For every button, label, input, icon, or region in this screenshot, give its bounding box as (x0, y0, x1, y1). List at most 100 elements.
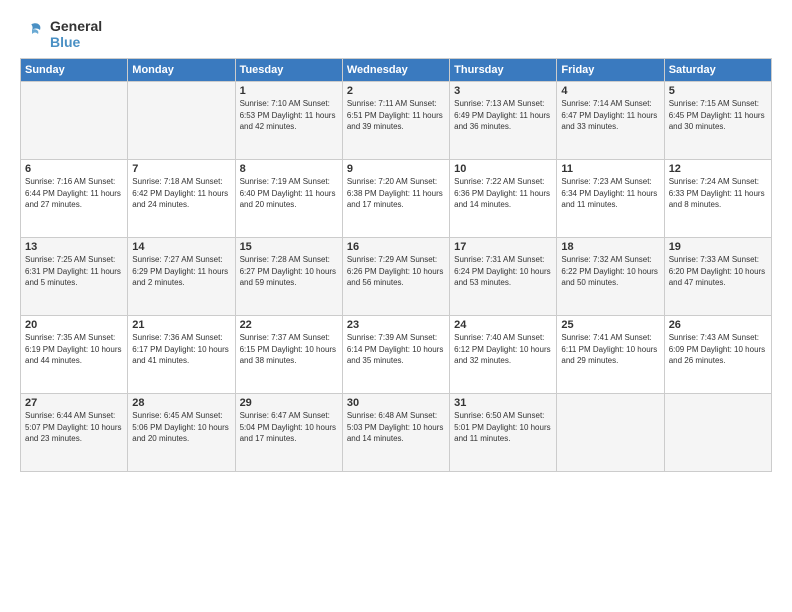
logo-bird-icon (20, 20, 44, 48)
day-info: Sunrise: 7:41 AM Sunset: 6:11 PM Dayligh… (561, 332, 659, 367)
day-cell: 18Sunrise: 7:32 AM Sunset: 6:22 PM Dayli… (557, 238, 664, 316)
col-header-sunday: Sunday (21, 59, 128, 82)
day-cell: 23Sunrise: 7:39 AM Sunset: 6:14 PM Dayli… (342, 316, 449, 394)
logo: General Blue (20, 18, 102, 50)
day-cell: 29Sunrise: 6:47 AM Sunset: 5:04 PM Dayli… (235, 394, 342, 472)
day-number: 15 (240, 241, 338, 253)
day-info: Sunrise: 6:50 AM Sunset: 5:01 PM Dayligh… (454, 410, 552, 445)
day-cell: 28Sunrise: 6:45 AM Sunset: 5:06 PM Dayli… (128, 394, 235, 472)
day-cell: 6Sunrise: 7:16 AM Sunset: 6:44 PM Daylig… (21, 160, 128, 238)
day-cell: 9Sunrise: 7:20 AM Sunset: 6:38 PM Daylig… (342, 160, 449, 238)
day-number: 25 (561, 319, 659, 331)
day-info: Sunrise: 6:44 AM Sunset: 5:07 PM Dayligh… (25, 410, 123, 445)
day-number: 3 (454, 85, 552, 97)
logo-line2: Blue (50, 34, 102, 50)
day-cell: 8Sunrise: 7:19 AM Sunset: 6:40 PM Daylig… (235, 160, 342, 238)
day-cell: 13Sunrise: 7:25 AM Sunset: 6:31 PM Dayli… (21, 238, 128, 316)
day-info: Sunrise: 7:36 AM Sunset: 6:17 PM Dayligh… (132, 332, 230, 367)
day-cell (664, 394, 771, 472)
day-info: Sunrise: 6:48 AM Sunset: 5:03 PM Dayligh… (347, 410, 445, 445)
day-info: Sunrise: 6:47 AM Sunset: 5:04 PM Dayligh… (240, 410, 338, 445)
day-info: Sunrise: 7:40 AM Sunset: 6:12 PM Dayligh… (454, 332, 552, 367)
day-number: 16 (347, 241, 445, 253)
day-number: 23 (347, 319, 445, 331)
day-cell: 22Sunrise: 7:37 AM Sunset: 6:15 PM Dayli… (235, 316, 342, 394)
day-info: Sunrise: 7:37 AM Sunset: 6:15 PM Dayligh… (240, 332, 338, 367)
day-cell: 24Sunrise: 7:40 AM Sunset: 6:12 PM Dayli… (450, 316, 557, 394)
day-cell: 2Sunrise: 7:11 AM Sunset: 6:51 PM Daylig… (342, 82, 449, 160)
day-number: 6 (25, 163, 123, 175)
day-info: Sunrise: 7:32 AM Sunset: 6:22 PM Dayligh… (561, 254, 659, 289)
day-info: Sunrise: 7:11 AM Sunset: 6:51 PM Dayligh… (347, 98, 445, 133)
logo-line1: General (50, 18, 102, 34)
day-cell: 17Sunrise: 7:31 AM Sunset: 6:24 PM Dayli… (450, 238, 557, 316)
day-number: 18 (561, 241, 659, 253)
day-info: Sunrise: 7:22 AM Sunset: 6:36 PM Dayligh… (454, 176, 552, 211)
day-cell: 3Sunrise: 7:13 AM Sunset: 6:49 PM Daylig… (450, 82, 557, 160)
day-number: 1 (240, 85, 338, 97)
day-cell: 16Sunrise: 7:29 AM Sunset: 6:26 PM Dayli… (342, 238, 449, 316)
day-cell: 15Sunrise: 7:28 AM Sunset: 6:27 PM Dayli… (235, 238, 342, 316)
day-number: 26 (669, 319, 767, 331)
day-info: Sunrise: 7:19 AM Sunset: 6:40 PM Dayligh… (240, 176, 338, 211)
day-info: Sunrise: 7:14 AM Sunset: 6:47 PM Dayligh… (561, 98, 659, 133)
day-info: Sunrise: 7:23 AM Sunset: 6:34 PM Dayligh… (561, 176, 659, 211)
week-row-5: 27Sunrise: 6:44 AM Sunset: 5:07 PM Dayli… (21, 394, 772, 472)
day-number: 11 (561, 163, 659, 175)
day-info: Sunrise: 7:24 AM Sunset: 6:33 PM Dayligh… (669, 176, 767, 211)
day-number: 22 (240, 319, 338, 331)
day-info: Sunrise: 7:43 AM Sunset: 6:09 PM Dayligh… (669, 332, 767, 367)
day-cell: 12Sunrise: 7:24 AM Sunset: 6:33 PM Dayli… (664, 160, 771, 238)
day-info: Sunrise: 7:39 AM Sunset: 6:14 PM Dayligh… (347, 332, 445, 367)
col-header-saturday: Saturday (664, 59, 771, 82)
day-cell: 19Sunrise: 7:33 AM Sunset: 6:20 PM Dayli… (664, 238, 771, 316)
day-number: 12 (669, 163, 767, 175)
col-header-tuesday: Tuesday (235, 59, 342, 82)
week-row-3: 13Sunrise: 7:25 AM Sunset: 6:31 PM Dayli… (21, 238, 772, 316)
col-header-friday: Friday (557, 59, 664, 82)
day-cell: 10Sunrise: 7:22 AM Sunset: 6:36 PM Dayli… (450, 160, 557, 238)
day-info: Sunrise: 7:28 AM Sunset: 6:27 PM Dayligh… (240, 254, 338, 289)
col-header-wednesday: Wednesday (342, 59, 449, 82)
day-number: 9 (347, 163, 445, 175)
day-info: Sunrise: 7:29 AM Sunset: 6:26 PM Dayligh… (347, 254, 445, 289)
day-number: 27 (25, 397, 123, 409)
day-number: 28 (132, 397, 230, 409)
day-number: 7 (132, 163, 230, 175)
day-cell: 27Sunrise: 6:44 AM Sunset: 5:07 PM Dayli… (21, 394, 128, 472)
day-number: 31 (454, 397, 552, 409)
day-cell: 5Sunrise: 7:15 AM Sunset: 6:45 PM Daylig… (664, 82, 771, 160)
day-cell (21, 82, 128, 160)
day-number: 24 (454, 319, 552, 331)
day-number: 19 (669, 241, 767, 253)
day-info: Sunrise: 7:25 AM Sunset: 6:31 PM Dayligh… (25, 254, 123, 289)
day-number: 8 (240, 163, 338, 175)
day-cell: 31Sunrise: 6:50 AM Sunset: 5:01 PM Dayli… (450, 394, 557, 472)
day-cell: 1Sunrise: 7:10 AM Sunset: 6:53 PM Daylig… (235, 82, 342, 160)
col-header-thursday: Thursday (450, 59, 557, 82)
day-cell: 14Sunrise: 7:27 AM Sunset: 6:29 PM Dayli… (128, 238, 235, 316)
day-number: 17 (454, 241, 552, 253)
day-cell (557, 394, 664, 472)
day-info: Sunrise: 7:33 AM Sunset: 6:20 PM Dayligh… (669, 254, 767, 289)
day-cell: 25Sunrise: 7:41 AM Sunset: 6:11 PM Dayli… (557, 316, 664, 394)
week-row-1: 1Sunrise: 7:10 AM Sunset: 6:53 PM Daylig… (21, 82, 772, 160)
day-cell: 21Sunrise: 7:36 AM Sunset: 6:17 PM Dayli… (128, 316, 235, 394)
day-cell: 30Sunrise: 6:48 AM Sunset: 5:03 PM Dayli… (342, 394, 449, 472)
day-number: 29 (240, 397, 338, 409)
day-cell: 20Sunrise: 7:35 AM Sunset: 6:19 PM Dayli… (21, 316, 128, 394)
day-info: Sunrise: 6:45 AM Sunset: 5:06 PM Dayligh… (132, 410, 230, 445)
day-cell: 7Sunrise: 7:18 AM Sunset: 6:42 PM Daylig… (128, 160, 235, 238)
day-cell (128, 82, 235, 160)
calendar-table: SundayMondayTuesdayWednesdayThursdayFrid… (20, 58, 772, 472)
day-info: Sunrise: 7:18 AM Sunset: 6:42 PM Dayligh… (132, 176, 230, 211)
day-info: Sunrise: 7:15 AM Sunset: 6:45 PM Dayligh… (669, 98, 767, 133)
day-number: 30 (347, 397, 445, 409)
day-number: 4 (561, 85, 659, 97)
day-info: Sunrise: 7:27 AM Sunset: 6:29 PM Dayligh… (132, 254, 230, 289)
day-number: 10 (454, 163, 552, 175)
day-number: 2 (347, 85, 445, 97)
header-row: SundayMondayTuesdayWednesdayThursdayFrid… (21, 59, 772, 82)
day-number: 13 (25, 241, 123, 253)
day-cell: 4Sunrise: 7:14 AM Sunset: 6:47 PM Daylig… (557, 82, 664, 160)
